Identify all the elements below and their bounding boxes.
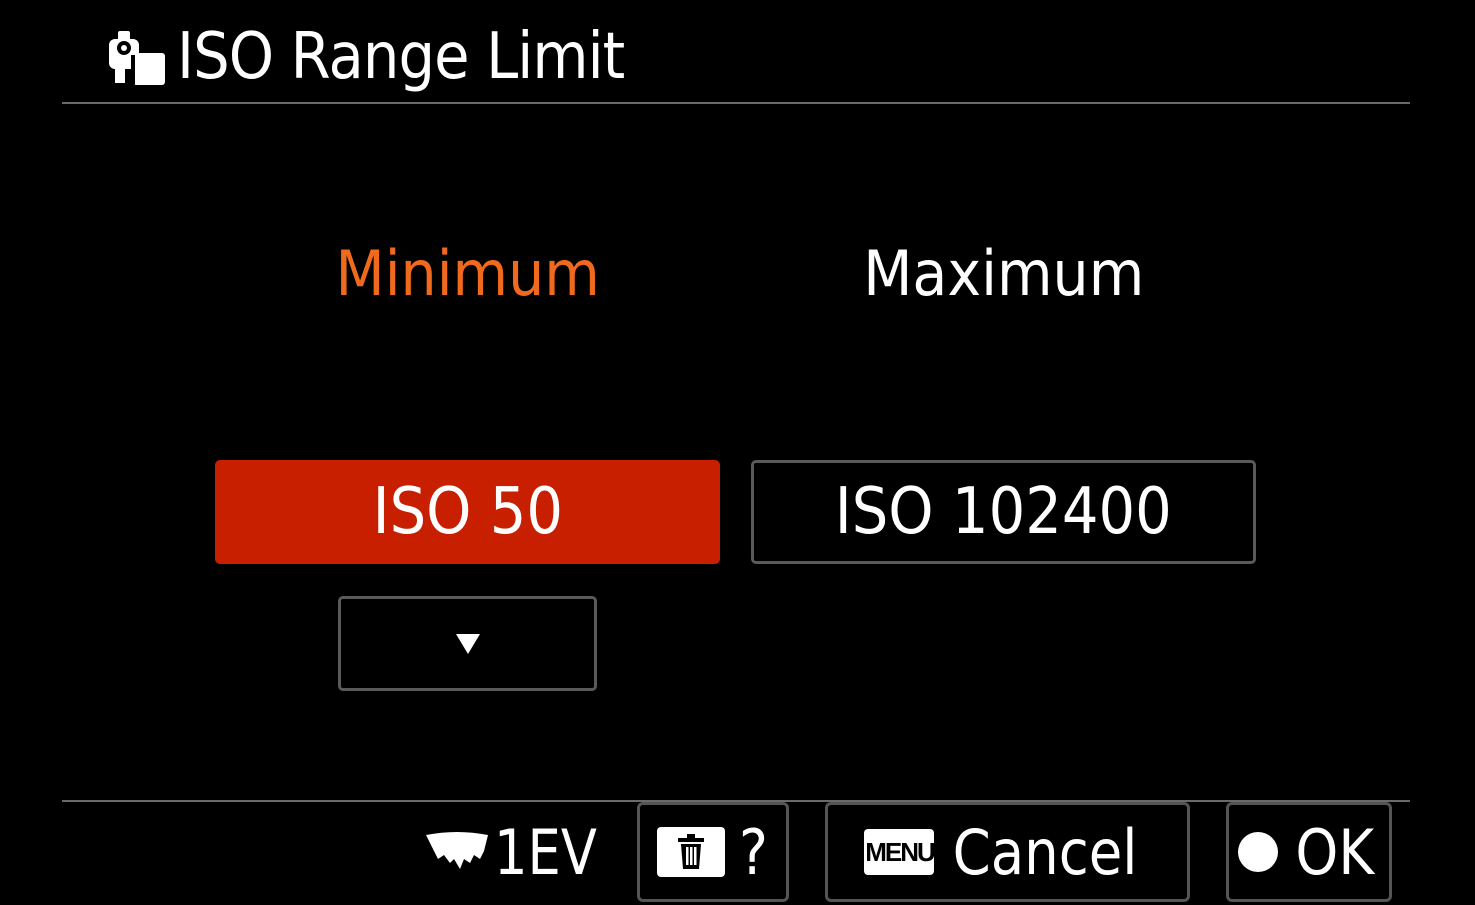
header: ISO Range Limit bbox=[105, 18, 674, 96]
center-button-icon bbox=[1238, 832, 1279, 872]
page-title: ISO Range Limit bbox=[177, 20, 625, 94]
ok-label: OK bbox=[1295, 815, 1375, 889]
maximum-label: Maximum bbox=[862, 237, 1145, 310]
decrease-value-button[interactable] bbox=[338, 596, 597, 691]
ev-step-indicator: 1EV bbox=[424, 812, 615, 892]
header-divider bbox=[62, 102, 1410, 104]
help-label: ? bbox=[738, 815, 768, 889]
maximum-iso-value[interactable]: ISO 102400 bbox=[751, 460, 1256, 564]
cancel-label: Cancel bbox=[953, 815, 1138, 889]
camera-settings-icon bbox=[105, 25, 169, 89]
minimum-label: Minimum bbox=[335, 237, 600, 310]
minimum-iso-value[interactable]: ISO 50 bbox=[215, 460, 720, 564]
help-button[interactable]: ? bbox=[637, 802, 789, 902]
ok-button[interactable]: OK bbox=[1226, 802, 1392, 902]
iso-range-limit-screen: ISO Range Limit Minimum Maximum ISO 50 I… bbox=[0, 0, 1475, 905]
control-dial-icon bbox=[426, 832, 488, 869]
down-arrow-icon bbox=[455, 633, 480, 654]
ev-step-label: 1EV bbox=[494, 815, 597, 889]
cancel-button[interactable]: MENU Cancel bbox=[825, 802, 1190, 902]
menu-button-icon: MENU bbox=[864, 829, 936, 875]
trash-icon bbox=[656, 827, 725, 877]
